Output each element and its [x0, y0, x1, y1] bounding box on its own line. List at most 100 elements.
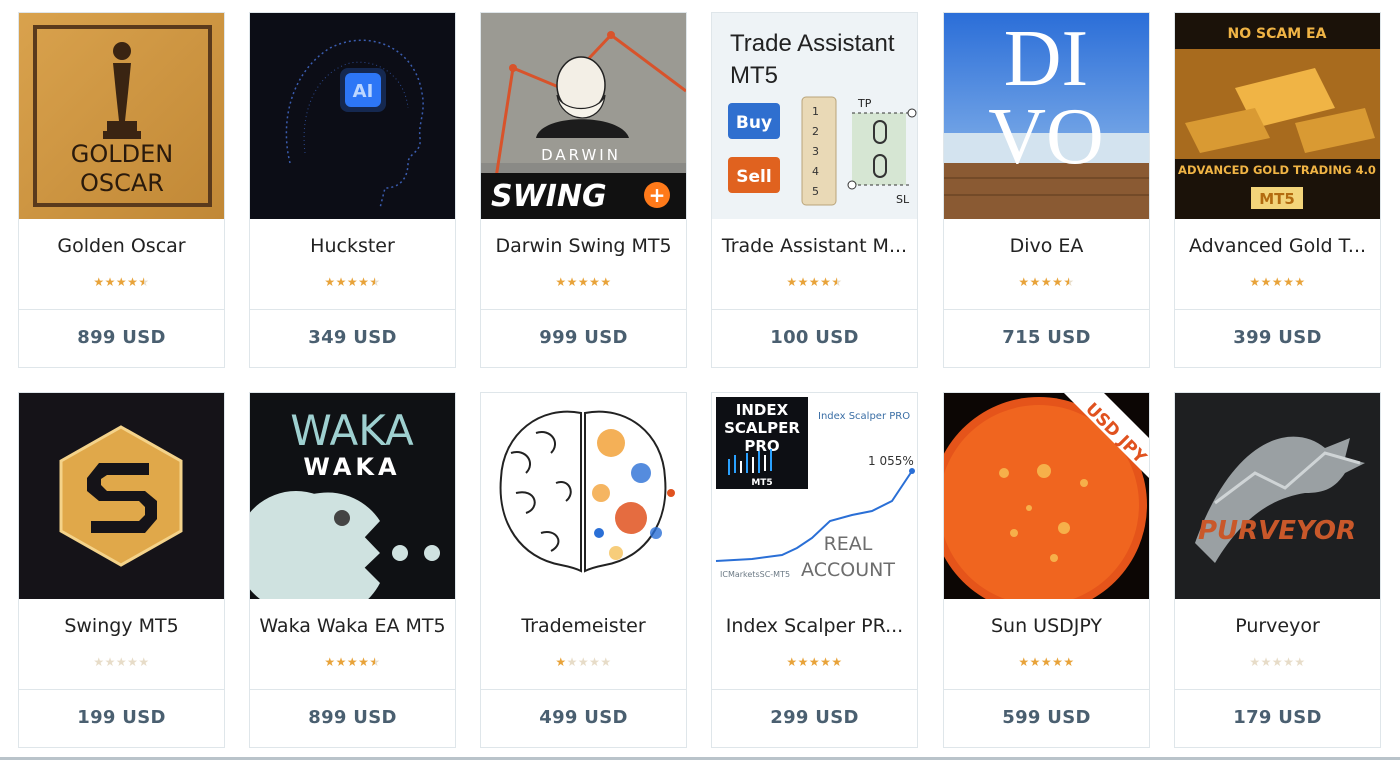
- svg-text:Buy: Buy: [736, 113, 772, 133]
- brain-image[interactable]: [481, 393, 686, 599]
- star-icon: ★: [369, 655, 381, 669]
- divider: [1175, 309, 1380, 310]
- svg-text:WAKA: WAKA: [303, 453, 400, 481]
- index-scalper-image[interactable]: INDEX SCALPER PRO MT5 Index Scalper PRO …: [712, 393, 917, 599]
- star-icon: ★: [786, 275, 798, 289]
- svg-text:MT5: MT5: [730, 62, 778, 89]
- divider: [1175, 689, 1380, 690]
- rating-stars: ★★★★★: [1175, 655, 1380, 669]
- product-price: 599 USD: [1002, 707, 1091, 728]
- product-card[interactable]: Trade Assistant MT5 Buy Sell 1 2 3 4 5 T…: [711, 12, 918, 368]
- product-title[interactable]: Purveyor: [1181, 615, 1374, 641]
- star-icon: ★: [1294, 275, 1306, 289]
- star-icon: ★: [566, 275, 578, 289]
- divider: [944, 689, 1149, 690]
- star-icon: ★: [1029, 655, 1041, 669]
- product-price: 899 USD: [308, 707, 397, 728]
- trade-assistant-image[interactable]: Trade Assistant MT5 Buy Sell 1 2 3 4 5 T…: [712, 13, 917, 219]
- star-icon: ★: [127, 275, 139, 289]
- divo-image[interactable]: DI VO: [944, 13, 1149, 219]
- star-icon: ★: [346, 275, 359, 289]
- darwin-swing-image[interactable]: DARWIN SWING +: [481, 13, 686, 219]
- svg-text:5: 5: [812, 185, 819, 198]
- product-card[interactable]: DARWIN SWING + Darwin Swing MT5 ★★★★★ 99…: [480, 12, 687, 368]
- svg-text:1: 1: [812, 105, 819, 118]
- star-icon: ★: [1029, 275, 1041, 289]
- svg-text:INDEX: INDEX: [736, 401, 789, 419]
- divider: [944, 309, 1149, 310]
- waka-waka-pacman-image[interactable]: WAKA WAKA: [250, 393, 455, 599]
- star-icon: ★: [1294, 655, 1306, 669]
- star-icon: ★: [335, 275, 347, 289]
- svg-text:Sell: Sell: [736, 167, 771, 187]
- rating-stars: ★★★★★: [712, 655, 917, 669]
- product-card[interactable]: WAKA WAKA Waka Waka EA MT5 ★★★★★ 899 USD: [249, 392, 456, 748]
- svg-text:NO SCAM EA: NO SCAM EA: [1228, 26, 1327, 42]
- star-icon: ★: [1260, 655, 1272, 669]
- product-title[interactable]: Sun USDJPY: [950, 615, 1143, 641]
- rating-stars: ★★★★★: [481, 275, 686, 289]
- product-title[interactable]: Huckster: [256, 235, 449, 261]
- product-title[interactable]: Swingy MT5: [25, 615, 218, 641]
- sun-image[interactable]: USD JPY: [944, 393, 1149, 599]
- svg-text:Index Scalper PRO: Index Scalper PRO: [818, 411, 910, 422]
- svg-text:REAL: REAL: [824, 533, 873, 555]
- star-icon: ★: [1052, 275, 1064, 289]
- golden-oscar-image[interactable]: GOLDEN OSCAR: [19, 13, 224, 219]
- product-card[interactable]: PURVEYOR Purveyor ★★★★★ 179 USD: [1174, 392, 1381, 748]
- product-card[interactable]: INDEX SCALPER PRO MT5 Index Scalper PRO …: [711, 392, 918, 748]
- svg-text:4: 4: [812, 165, 819, 178]
- swingy-s-logo-image[interactable]: [19, 393, 224, 599]
- star-icon: ★: [808, 275, 821, 289]
- star-icon: ★: [115, 655, 128, 669]
- product-card[interactable]: Swingy MT5 ★★★★★ 199 USD: [18, 392, 225, 748]
- product-card[interactable]: GOLDEN OSCAR Golden Oscar ★★★★★ 899 USD: [18, 12, 225, 368]
- product-title[interactable]: Golden Oscar: [25, 235, 218, 261]
- svg-text:SL: SL: [896, 193, 910, 206]
- star-icon: ★: [831, 655, 843, 669]
- svg-text:WAKA: WAKA: [290, 406, 414, 455]
- svg-text:SWING: SWING: [491, 179, 607, 214]
- star-icon: ★: [600, 275, 612, 289]
- star-icon: ★: [138, 275, 150, 289]
- product-price: 715 USD: [1002, 327, 1091, 348]
- star-icon: ★: [369, 275, 381, 289]
- svg-text:ADVANCED GOLD TRADING 4.0: ADVANCED GOLD TRADING 4.0: [1178, 163, 1376, 177]
- svg-text:ACCOUNT: ACCOUNT: [801, 559, 895, 581]
- gold-bars-image[interactable]: NO SCAM EA ADVANCED GOLD TRADING 4.0 MT5: [1175, 13, 1380, 219]
- star-icon: ★: [786, 655, 798, 669]
- star-icon: ★: [1018, 655, 1030, 669]
- product-title[interactable]: Index Scalper PR...: [718, 615, 911, 641]
- rating-stars: ★★★★★: [944, 275, 1149, 289]
- product-title[interactable]: Trademeister: [487, 615, 680, 641]
- star-icon: ★: [577, 655, 590, 669]
- product-title[interactable]: Darwin Swing MT5: [487, 235, 680, 261]
- product-title[interactable]: Advanced Gold T...: [1181, 235, 1374, 261]
- star-icon: ★: [1260, 275, 1272, 289]
- product-title[interactable]: Waka Waka EA MT5: [256, 615, 449, 641]
- product-title[interactable]: Trade Assistant M...: [718, 235, 911, 261]
- star-icon: ★: [1249, 275, 1261, 289]
- star-icon: ★: [358, 655, 370, 669]
- star-icon: ★: [1283, 655, 1295, 669]
- product-price: 899 USD: [77, 327, 166, 348]
- product-card[interactable]: Trademeister ★★★★★ 499 USD: [480, 392, 687, 748]
- product-card[interactable]: USD JPY Sun USDJPY ★★★★★ 599 USD: [943, 392, 1150, 748]
- product-price: 999 USD: [539, 327, 628, 348]
- product-title[interactable]: Divo EA: [950, 235, 1143, 261]
- divider: [712, 309, 917, 310]
- product-card[interactable]: DI VO Divo EA ★★★★★ 715 USD: [943, 12, 1150, 368]
- product-card[interactable]: AI Huckster ★★★★★ 349 USD: [249, 12, 456, 368]
- star-icon: ★: [577, 275, 590, 289]
- star-icon: ★: [600, 655, 612, 669]
- product-card[interactable]: NO SCAM EA ADVANCED GOLD TRADING 4.0 MT5…: [1174, 12, 1381, 368]
- star-icon: ★: [324, 275, 336, 289]
- star-icon: ★: [138, 655, 150, 669]
- svg-text:PURVEYOR: PURVEYOR: [1198, 516, 1356, 546]
- purveyor-bull-image[interactable]: PURVEYOR: [1175, 393, 1380, 599]
- ai-head-image[interactable]: AI: [250, 13, 455, 219]
- svg-text:VO: VO: [988, 93, 1104, 181]
- svg-text:ICMarketsSC-MT5: ICMarketsSC-MT5: [720, 570, 790, 579]
- rating-stars: ★★★★★: [944, 655, 1149, 669]
- star-icon: ★: [335, 655, 347, 669]
